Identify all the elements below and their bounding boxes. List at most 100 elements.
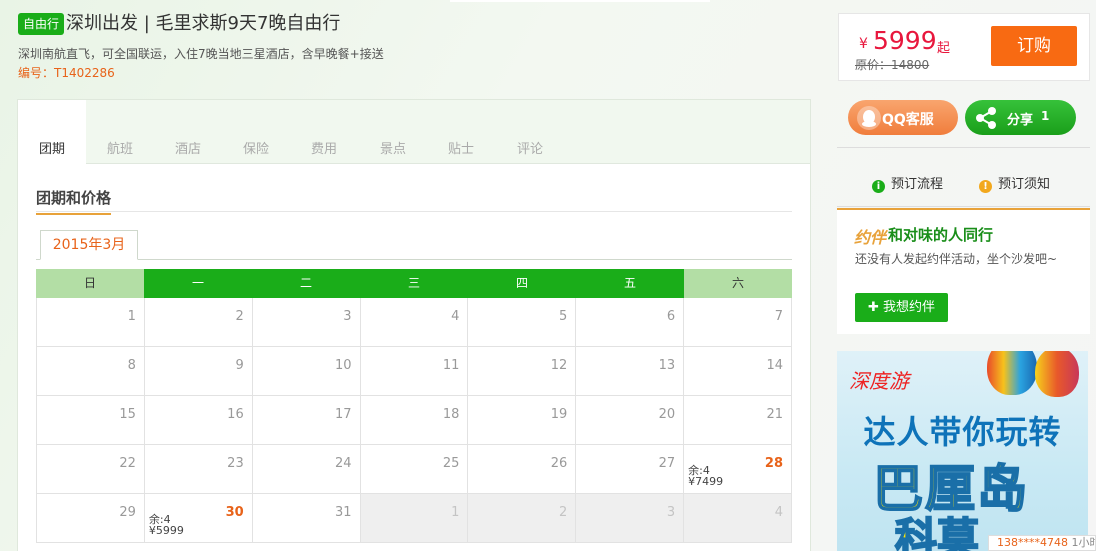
day-number: 27: [658, 456, 676, 471]
calendar-week: 15 16 17 18 19 20 21: [36, 396, 793, 445]
top-highlight: [450, 0, 710, 2]
day-price: ¥7499: [688, 475, 724, 488]
price-amount: 5999: [873, 26, 937, 55]
weekday-sun: 日: [36, 269, 144, 298]
day-number: 5: [559, 309, 568, 324]
calendar-day-available[interactable]: 28 余:4 ¥7499: [684, 445, 793, 494]
promo-destination-2: 科莫: [894, 513, 980, 551]
calendar-day: 4: [684, 494, 793, 543]
calendar-day: 25: [360, 445, 469, 494]
price-box: ¥ 5999 起 原价：14800 订购: [838, 13, 1090, 81]
qq-service-button[interactable]: QQ客服: [848, 100, 958, 135]
partner-description: 还没有人发起约伴活动，坐个沙发吧~: [855, 252, 1058, 266]
promo-headline: 达人带你玩转: [863, 413, 1062, 451]
calendar-week: 29 30 余:4 ¥5999 31 1 2 3 4: [36, 494, 793, 543]
find-partner-label: 我想约伴: [883, 300, 936, 315]
partner-logo: 约伴: [854, 228, 887, 247]
day-number: 26: [550, 456, 568, 471]
calendar-week: 1 2 3 4 5 6 7: [36, 298, 793, 347]
calendar-day: 27: [576, 445, 685, 494]
calendar-week: 8 9 10 11 12 13 14: [36, 347, 793, 396]
day-number: 18: [442, 407, 460, 422]
booking-flow-link[interactable]: i 预订流程: [872, 173, 943, 193]
day-number: 15: [119, 407, 136, 422]
calendar-day: 31: [252, 494, 361, 543]
calendar-day: 19: [468, 396, 577, 445]
day-price: ¥5999: [148, 524, 184, 537]
promo-brand: 深度游: [849, 369, 909, 393]
weekday-wed: 三: [360, 269, 468, 298]
balloon-icon: [1035, 351, 1079, 397]
travel-partner-box: 约伴 和对味的人同行 还没有人发起约伴活动，坐个沙发吧~ ✚ 我想约伴: [837, 208, 1090, 334]
product-subtitle: 深圳南航直飞，可全国联运，入住7晚当地三星酒店，含早晚餐+接送: [18, 47, 384, 61]
day-number: 17: [335, 407, 352, 422]
calendar-week: 22 23 24 25 26 27 28 余:4 ¥7499: [36, 445, 793, 494]
free-travel-badge: 自由行: [18, 13, 65, 35]
day-number: 29: [119, 505, 136, 520]
share-button[interactable]: 分享 1: [965, 100, 1076, 135]
toast-time: 1小时: [1071, 536, 1096, 549]
calendar-day: 12: [468, 347, 577, 396]
day-number: 4: [451, 309, 460, 324]
tab-hotels[interactable]: 酒店: [175, 138, 201, 157]
tab-tips[interactable]: 贴士: [448, 138, 474, 157]
day-number: 16: [227, 407, 244, 422]
weekday-fri: 五: [576, 269, 684, 298]
day-number: 2: [235, 309, 244, 324]
main-panel: 团期 航班 酒店 保险 费用 景点 贴士 评论 团期和价格 2015年3月 日 …: [17, 99, 811, 551]
tab-insurance[interactable]: 保险: [243, 138, 269, 157]
price-suffix: 起: [937, 41, 951, 56]
product-title: 深圳出发 | 毛里求斯9天7晚自由行: [66, 13, 341, 34]
calendar-day: 22: [36, 445, 145, 494]
warning-icon: !: [979, 180, 992, 193]
calendar-day: 26: [468, 445, 577, 494]
order-button[interactable]: 订购: [991, 26, 1077, 66]
calendar-day: 29: [36, 494, 145, 543]
calendar-day: 17: [252, 396, 361, 445]
tab-attractions[interactable]: 景点: [380, 138, 406, 157]
calendar-day: 2: [468, 494, 577, 543]
calendar-day: 14: [684, 347, 793, 396]
calendar-day: 18: [360, 396, 469, 445]
calendar-day: 1: [36, 298, 145, 347]
weekday-mon: 一: [144, 269, 252, 298]
tab-fees[interactable]: 费用: [311, 138, 337, 157]
day-number: 4: [774, 505, 784, 520]
promo-banner[interactable]: 深度游 达人带你玩转 巴厘岛 科莫: [837, 351, 1088, 551]
partner-title: 和对味的人同行: [888, 226, 994, 244]
booking-info-box: i 预订流程 ! 预订须知: [837, 147, 1090, 207]
day-number: 30: [225, 505, 244, 520]
calendar-day: 9: [144, 347, 253, 396]
day-number: 2: [559, 505, 568, 520]
booking-notice-link[interactable]: ! 预订须知: [979, 173, 1050, 193]
calendar-day: 24: [252, 445, 361, 494]
share-count: 1: [1041, 109, 1050, 123]
weekday-thu: 四: [468, 269, 576, 298]
weekday-tue: 二: [252, 269, 360, 298]
day-number: 21: [766, 407, 784, 422]
day-number: 25: [442, 456, 460, 471]
calendar-day: 16: [144, 396, 253, 445]
day-number: 24: [335, 456, 352, 471]
day-number: 9: [235, 358, 244, 373]
day-number: 20: [658, 407, 676, 422]
day-number: 19: [550, 407, 568, 422]
calendar-day: 3: [252, 298, 361, 347]
find-partner-button[interactable]: ✚ 我想约伴: [855, 293, 948, 322]
info-icon: i: [872, 180, 885, 193]
month-divider: [36, 259, 792, 260]
tab-flights[interactable]: 航班: [107, 138, 133, 157]
product-code: 编号：T1402286: [18, 66, 115, 80]
section-divider: [36, 211, 792, 212]
day-number: 1: [127, 309, 136, 324]
day-number: 3: [343, 309, 352, 324]
tab-schedule[interactable]: 团期: [18, 100, 86, 164]
day-number: 8: [127, 358, 136, 373]
month-tab[interactable]: 2015年3月: [40, 230, 138, 260]
calendar-day-available[interactable]: 30 余:4 ¥5999: [144, 494, 253, 543]
calendar-day: 7: [684, 298, 793, 347]
calendar-day: 6: [576, 298, 685, 347]
plus-icon: ✚: [867, 300, 883, 315]
share-label: 分享: [1007, 113, 1034, 128]
tab-reviews[interactable]: 评论: [517, 138, 543, 157]
